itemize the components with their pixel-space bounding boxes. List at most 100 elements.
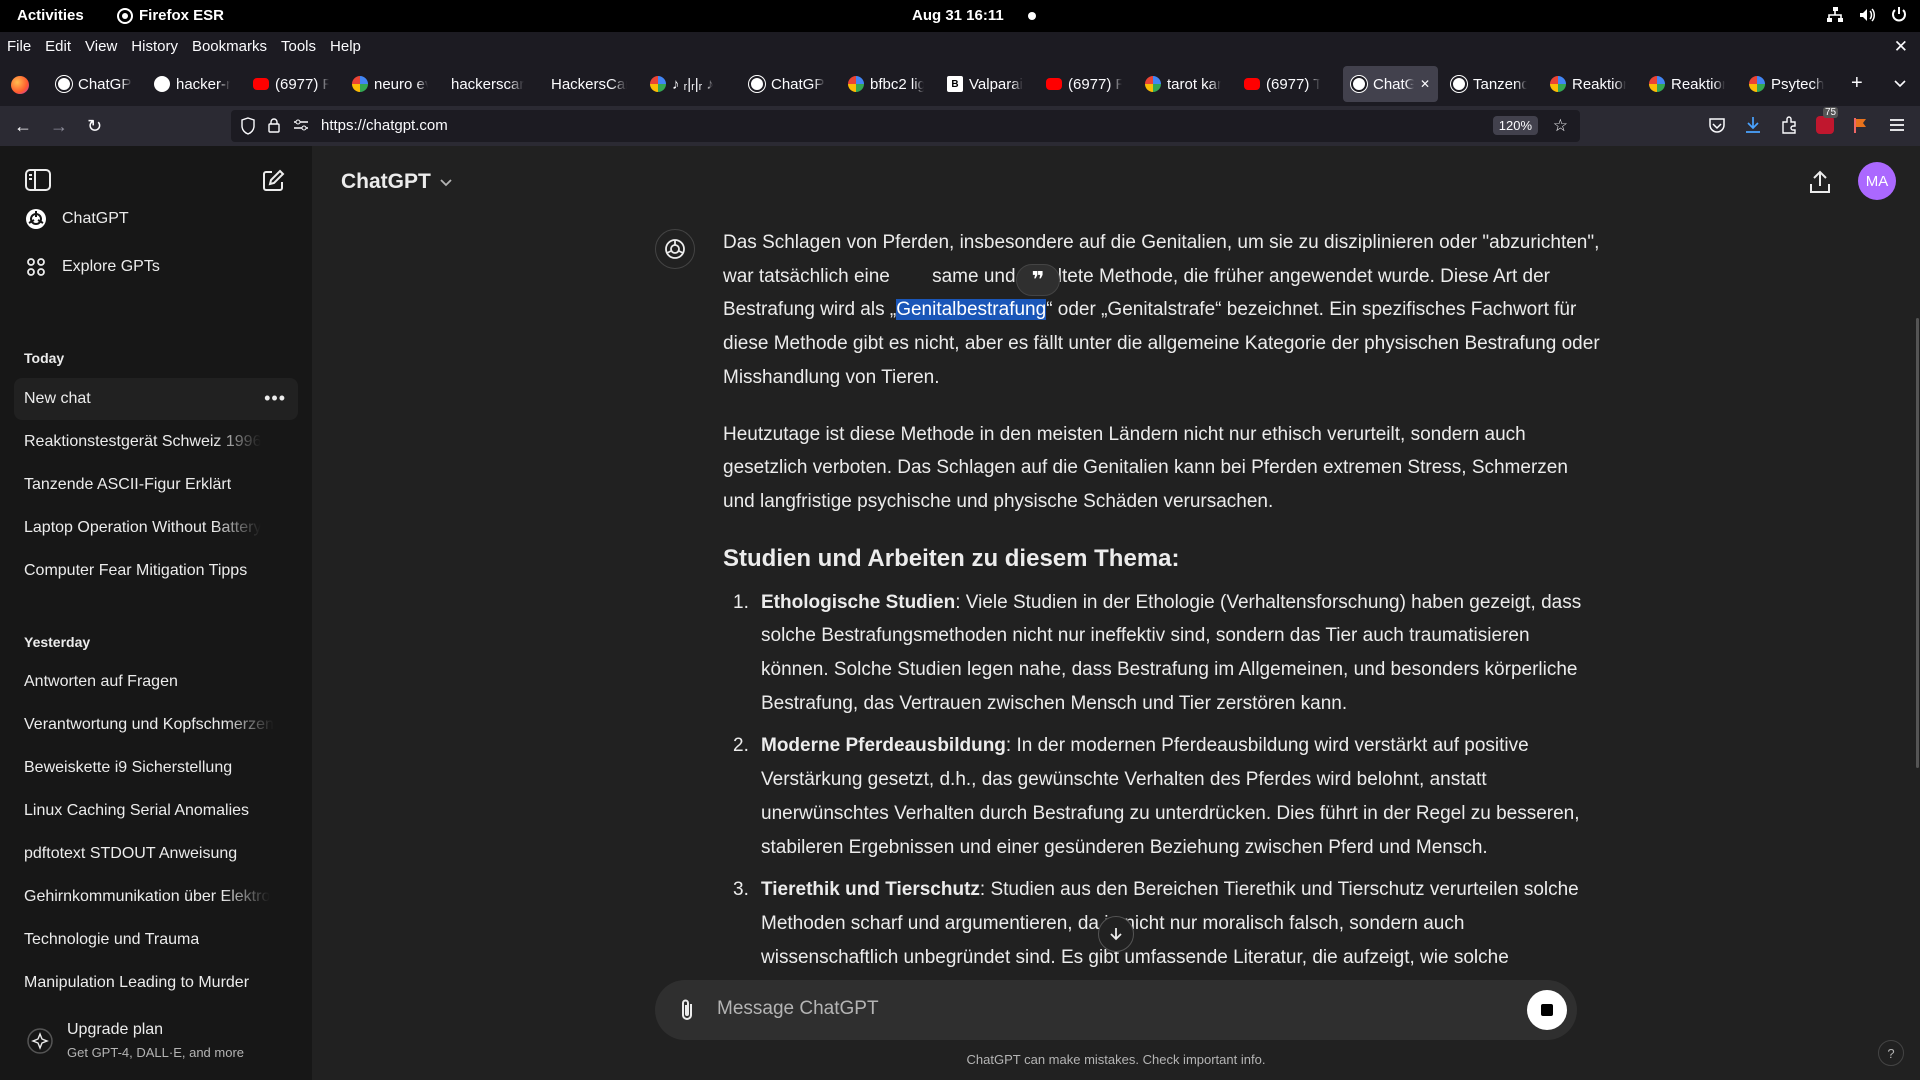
menu-help[interactable]: Help: [330, 38, 361, 55]
bookmark-star-icon[interactable]: ☆: [1553, 116, 1568, 136]
navigation-toolbar: ← → ↻ https://chatgpt.com 120% ☆ 75: [0, 106, 1920, 146]
back-arrow-icon[interactable]: ←: [14, 116, 32, 137]
zoom-level-badge[interactable]: 120%: [1492, 116, 1538, 135]
upgrade-title: Upgrade plan: [67, 1021, 164, 1038]
reload-icon[interactable]: ↻: [87, 116, 102, 137]
tab-list-chevron-icon[interactable]: [1893, 76, 1907, 90]
chat-item-active[interactable]: New chat •••: [14, 378, 298, 420]
tab-label: tarot kar: [1167, 75, 1221, 93]
chat-item-label: pdftotext STDOUT Anweisung: [24, 845, 238, 862]
sidebar-item-chatgpt[interactable]: ChatGPT: [14, 198, 298, 240]
tab[interactable]: tarot kar: [1137, 66, 1229, 102]
chat-item[interactable]: Laptop Operation Without Battery: [14, 507, 298, 549]
selected-text[interactable]: Genitalbestrafung: [896, 299, 1047, 321]
app-menu[interactable]: Firefox ESR: [117, 7, 224, 24]
hamburger-menu-icon[interactable]: [1888, 116, 1906, 134]
chat-item[interactable]: Antworten auf Fragen: [14, 661, 298, 703]
window-close-icon[interactable]: ✕: [1894, 37, 1908, 57]
downloads-icon[interactable]: [1744, 116, 1762, 134]
share-icon[interactable]: [1808, 170, 1832, 196]
chat-item-label: Tanzende ASCII-Figur Erklärt: [24, 476, 232, 493]
menu-file[interactable]: File: [7, 38, 31, 55]
chat-item[interactable]: pdftotext STDOUT Anweisung: [14, 833, 298, 875]
list-number: 1.: [733, 591, 749, 613]
tab-favicon-icon: [1451, 76, 1467, 92]
tab[interactable]: (6977) R: [1038, 66, 1130, 102]
tab-favicon-icon: [650, 76, 666, 92]
firefox-view-icon[interactable]: [11, 76, 29, 94]
paperclip-icon[interactable]: [677, 997, 697, 1023]
clock[interactable]: Aug 31 16:11: [912, 7, 1004, 24]
chat-item[interactable]: Verantwortung und Kopfschmerzen: [14, 704, 298, 746]
quote-selection-button[interactable]: ❞: [1016, 264, 1060, 296]
user-avatar[interactable]: MA: [1858, 162, 1896, 200]
chat-item[interactable]: Computer Fear Mitigation Tipps: [14, 550, 298, 592]
tab-label: ChatG: [1373, 75, 1414, 93]
chat-item-label: Manipulation Leading to Murder: [24, 974, 250, 991]
tab-favicon-icon: [1550, 76, 1566, 92]
menu-history[interactable]: History: [131, 38, 178, 55]
chat-item[interactable]: Linux Caching Serial Anomalies: [14, 790, 298, 832]
extensions-icon[interactable]: [1780, 116, 1798, 134]
chat-sidebar: ChatGPT Explore GPTs Today New chat ••• …: [0, 146, 312, 1080]
help-button[interactable]: ?: [1878, 1040, 1904, 1066]
chat-main: ChatGPT MA Das Schlagen von Pferden, ins…: [312, 146, 1920, 1080]
forward-arrow-icon[interactable]: →: [50, 116, 68, 137]
tab[interactable]: Reaktion: [1542, 66, 1634, 102]
chat-item[interactable]: Technologie und Trauma: [14, 919, 298, 961]
tab[interactable]: neuro ev: [344, 66, 436, 102]
pocket-icon[interactable]: [1708, 116, 1726, 134]
extension-flag-icon[interactable]: [1852, 116, 1870, 134]
lock-icon[interactable]: [267, 117, 281, 133]
chat-options-icon[interactable]: •••: [264, 388, 286, 409]
stop-generating-button[interactable]: [1527, 990, 1567, 1030]
tab[interactable]: bfbc2 lig: [840, 66, 932, 102]
sidebar-toggle-icon[interactable]: [24, 168, 52, 192]
menu-tools[interactable]: Tools: [281, 38, 316, 55]
tab[interactable]: ChatGPT: [48, 66, 140, 102]
tab[interactable]: Tanzend: [1443, 66, 1535, 102]
ublock-icon[interactable]: 75: [1816, 107, 1839, 134]
tab-label: hacker-r: [176, 75, 230, 93]
menu-edit[interactable]: Edit: [45, 38, 71, 55]
new-tab-button[interactable]: +: [1851, 72, 1863, 95]
menu-view[interactable]: View: [85, 38, 117, 55]
permissions-icon[interactable]: [293, 118, 309, 132]
tab[interactable]: Reaktion: [1641, 66, 1733, 102]
tab[interactable]: (6977) R: [245, 66, 337, 102]
sidebar-item-explore-gpts[interactable]: Explore GPTs: [14, 246, 298, 288]
chat-item[interactable]: Reaktionstestgerät Schweiz 1996: [14, 421, 298, 463]
tab[interactable]: (6977) T: [1236, 66, 1328, 102]
list-item-label: Moderne Pferdeausbildung: [761, 735, 1006, 757]
tab[interactable]: B Valparai: [939, 66, 1031, 102]
activities-button[interactable]: Activities: [17, 7, 84, 24]
chat-item[interactable]: Manipulation Leading to Murder: [14, 962, 298, 1004]
message-input[interactable]: Message ChatGPT: [717, 998, 879, 1020]
app-name: Firefox ESR: [139, 7, 225, 24]
menu-bookmarks[interactable]: Bookmarks: [192, 38, 267, 55]
tab-close-icon[interactable]: ✕: [1420, 77, 1430, 91]
system-tray[interactable]: [1826, 6, 1908, 24]
url-bar[interactable]: https://chatgpt.com 120% ☆: [231, 110, 1580, 142]
new-chat-edit-icon[interactable]: [260, 168, 286, 194]
model-selector[interactable]: ChatGPT: [341, 170, 453, 194]
scroll-to-bottom-button[interactable]: [1098, 916, 1134, 952]
tab-favicon-icon: [253, 78, 269, 90]
upgrade-plan-button[interactable]: Upgrade plan Get GPT-4, DALL·E, and more: [14, 1013, 298, 1069]
chat-item[interactable]: Gehirnkommunikation über Elektro: [14, 876, 298, 918]
tab[interactable]: hacker-r: [146, 66, 238, 102]
tab-active[interactable]: ChatG ✕: [1343, 66, 1438, 102]
tab[interactable]: hackerscar: [443, 66, 535, 102]
page-scrollbar[interactable]: [1916, 318, 1919, 768]
assistant-avatar: [655, 229, 695, 269]
tab[interactable]: ChatGPT: [741, 66, 833, 102]
tab[interactable]: HackersCar: [543, 66, 635, 102]
chat-item[interactable]: Tanzende ASCII-Figur Erklärt: [14, 464, 298, 506]
url-text[interactable]: https://chatgpt.com: [321, 117, 448, 134]
tab[interactable]: Psytech: [1741, 66, 1833, 102]
studies-list: 1. Ethologische Studien: Viele Studien in…: [723, 586, 1601, 975]
tab[interactable]: ♪ ᵣ|ᵣ|ᵣ ♪: [642, 66, 734, 102]
chat-item[interactable]: Beweiskette i9 Sicherstellung: [14, 747, 298, 789]
tab-label: hackerscar: [451, 75, 525, 93]
tracking-protection-shield-icon[interactable]: [240, 117, 256, 135]
